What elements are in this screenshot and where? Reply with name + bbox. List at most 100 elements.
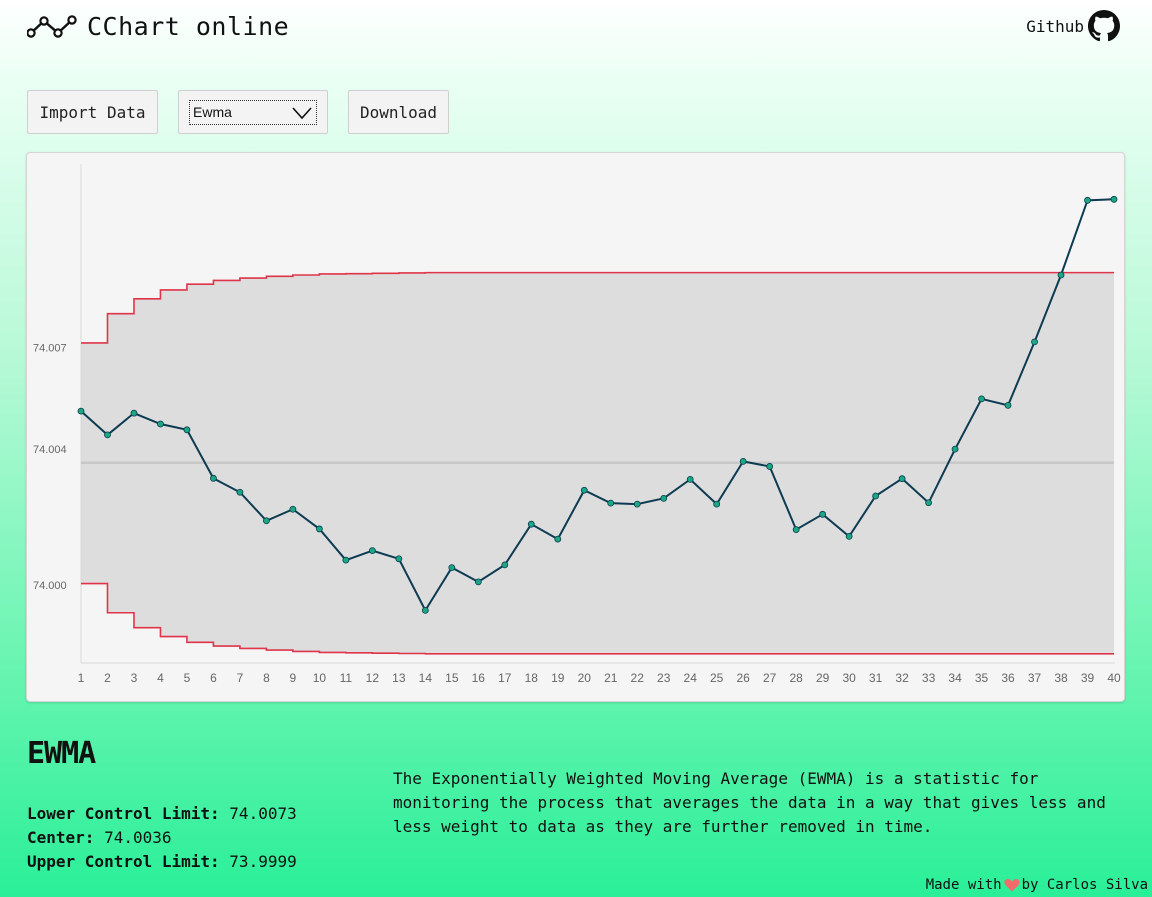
github-link[interactable]: Github <box>1026 10 1120 42</box>
ucl-label: Upper Control Limit: <box>27 852 220 871</box>
x-tick-label: 27 <box>763 671 777 685</box>
lcl-label: Lower Control Limit: <box>27 804 220 823</box>
ewma-point <box>1110 195 1118 203</box>
ewma-point <box>607 499 615 507</box>
ewma-point <box>792 526 800 533</box>
ewma-point <box>77 407 85 415</box>
github-icon[interactable] <box>1088 10 1120 42</box>
ewma-point <box>236 488 244 496</box>
x-tick-label: 22 <box>631 671 645 685</box>
app-title: CChart online <box>87 11 290 41</box>
x-tick-label: 14 <box>419 671 433 685</box>
ewma-point <box>315 525 323 533</box>
x-tick-label: 25 <box>710 671 724 685</box>
x-tick-label: 21 <box>604 671 618 685</box>
ewma-point <box>1084 196 1091 204</box>
x-tick-label: 30 <box>842 671 856 685</box>
lcl-value: 74.0073 <box>229 804 297 823</box>
heart-icon <box>1003 879 1020 892</box>
ucl-value: 73.9999 <box>229 852 297 871</box>
center-label: Center: <box>27 828 95 847</box>
ewma-point <box>713 500 721 508</box>
ewma-point <box>395 555 403 563</box>
x-tick-label: 7 <box>237 671 244 685</box>
method-description: The Exponentially Weighted Moving Averag… <box>393 769 1106 836</box>
x-tick-label: 36 <box>1001 671 1015 685</box>
x-tick-label: 37 <box>1028 671 1042 685</box>
ewma-point <box>978 395 985 403</box>
ewma-point <box>1057 271 1065 279</box>
ewma-point <box>1004 401 1012 409</box>
x-tick-label: 28 <box>789 671 803 685</box>
center-row: Center: 74.0036 <box>27 826 297 850</box>
ewma-point <box>580 486 588 494</box>
x-tick-label: 40 <box>1107 671 1121 685</box>
ewma-point <box>263 517 270 525</box>
ewma-point <box>951 445 959 453</box>
ewma-chart-svg: 74.00074.00474.0071 2 3 4 5 6 7 8 9 10 11 12 13 14 15 1… <box>33 164 1121 685</box>
ewma-point <box>368 547 376 555</box>
x-tick-label: 17 <box>498 671 512 685</box>
x-tick-label: 32 <box>895 671 909 685</box>
ewma-point <box>686 475 694 483</box>
ewma-point <box>1031 338 1038 346</box>
x-tick-label: 18 <box>525 671 539 685</box>
app-header: CChart online <box>27 8 289 44</box>
ucl-row: Upper Control Limit: 73.9999 <box>27 850 297 874</box>
x-tick-label: 15 <box>445 671 459 685</box>
x-tick-label: 20 <box>578 671 592 685</box>
x-tick-label: 13 <box>392 671 406 685</box>
ewma-point <box>660 494 668 502</box>
x-tick-label: 2 <box>104 671 111 685</box>
x-tick-label: 4 <box>157 671 164 685</box>
method-title: EWMA <box>27 736 96 771</box>
footer-made-with: Made with <box>925 877 1002 893</box>
x-tick-label: 11 <box>340 671 353 685</box>
x-tick-label: 23 <box>657 671 671 685</box>
chart-type-select[interactable]: Ewma <box>178 90 328 134</box>
ewma-point <box>210 474 217 482</box>
x-tick-label: 3 <box>131 671 138 685</box>
lcl-row: Lower Control Limit: 74.0073 <box>27 802 297 826</box>
ewma-point <box>421 606 429 614</box>
download-button[interactable]: Download <box>348 90 449 134</box>
x-tick-label: 8 <box>263 671 270 685</box>
ewma-point <box>554 535 562 543</box>
x-tick-label: 12 <box>366 671 380 685</box>
ewma-point <box>898 475 906 483</box>
ewma-point <box>925 499 932 507</box>
x-tick-label: 31 <box>869 671 883 685</box>
x-tick-label: 29 <box>816 671 830 685</box>
x-tick-label: 5 <box>184 671 191 685</box>
ewma-point <box>130 409 138 417</box>
ewma-point <box>289 505 297 513</box>
x-tick-label: 9 <box>290 671 297 685</box>
chart-type-value: Ewma <box>193 104 232 120</box>
x-tick-label: 6 <box>210 671 217 685</box>
x-tick-label: 26 <box>736 671 750 685</box>
ewma-point <box>342 556 350 564</box>
ewma-point <box>819 510 827 518</box>
ewma-point <box>845 532 853 540</box>
ewma-point <box>872 492 880 500</box>
ewma-point <box>183 426 191 434</box>
chart-type-select-value[interactable]: Ewma <box>189 100 317 125</box>
ewma-point <box>739 457 747 465</box>
line-chart-logo-icon <box>27 15 77 38</box>
github-label[interactable]: Github <box>1026 17 1084 36</box>
x-tick-label: 33 <box>922 671 936 685</box>
footer: Made with by Carlos Silva <box>926 877 1148 893</box>
ewma-point <box>157 420 164 428</box>
x-tick-label: 16 <box>472 671 486 685</box>
y-tick-label: 74.000 <box>33 580 67 592</box>
x-tick-label: 34 <box>948 671 962 685</box>
x-tick-label: 19 <box>551 671 565 685</box>
import-data-button[interactable]: Import Data <box>27 90 158 134</box>
x-tick-label: 38 <box>1054 671 1068 685</box>
x-tick-label: 35 <box>975 671 989 685</box>
ewma-point <box>527 520 535 528</box>
ewma-point <box>766 463 774 470</box>
chevron-down-icon <box>292 107 312 120</box>
footer-author: by Carlos Silva <box>1021 877 1148 893</box>
ewma-point <box>501 561 509 569</box>
